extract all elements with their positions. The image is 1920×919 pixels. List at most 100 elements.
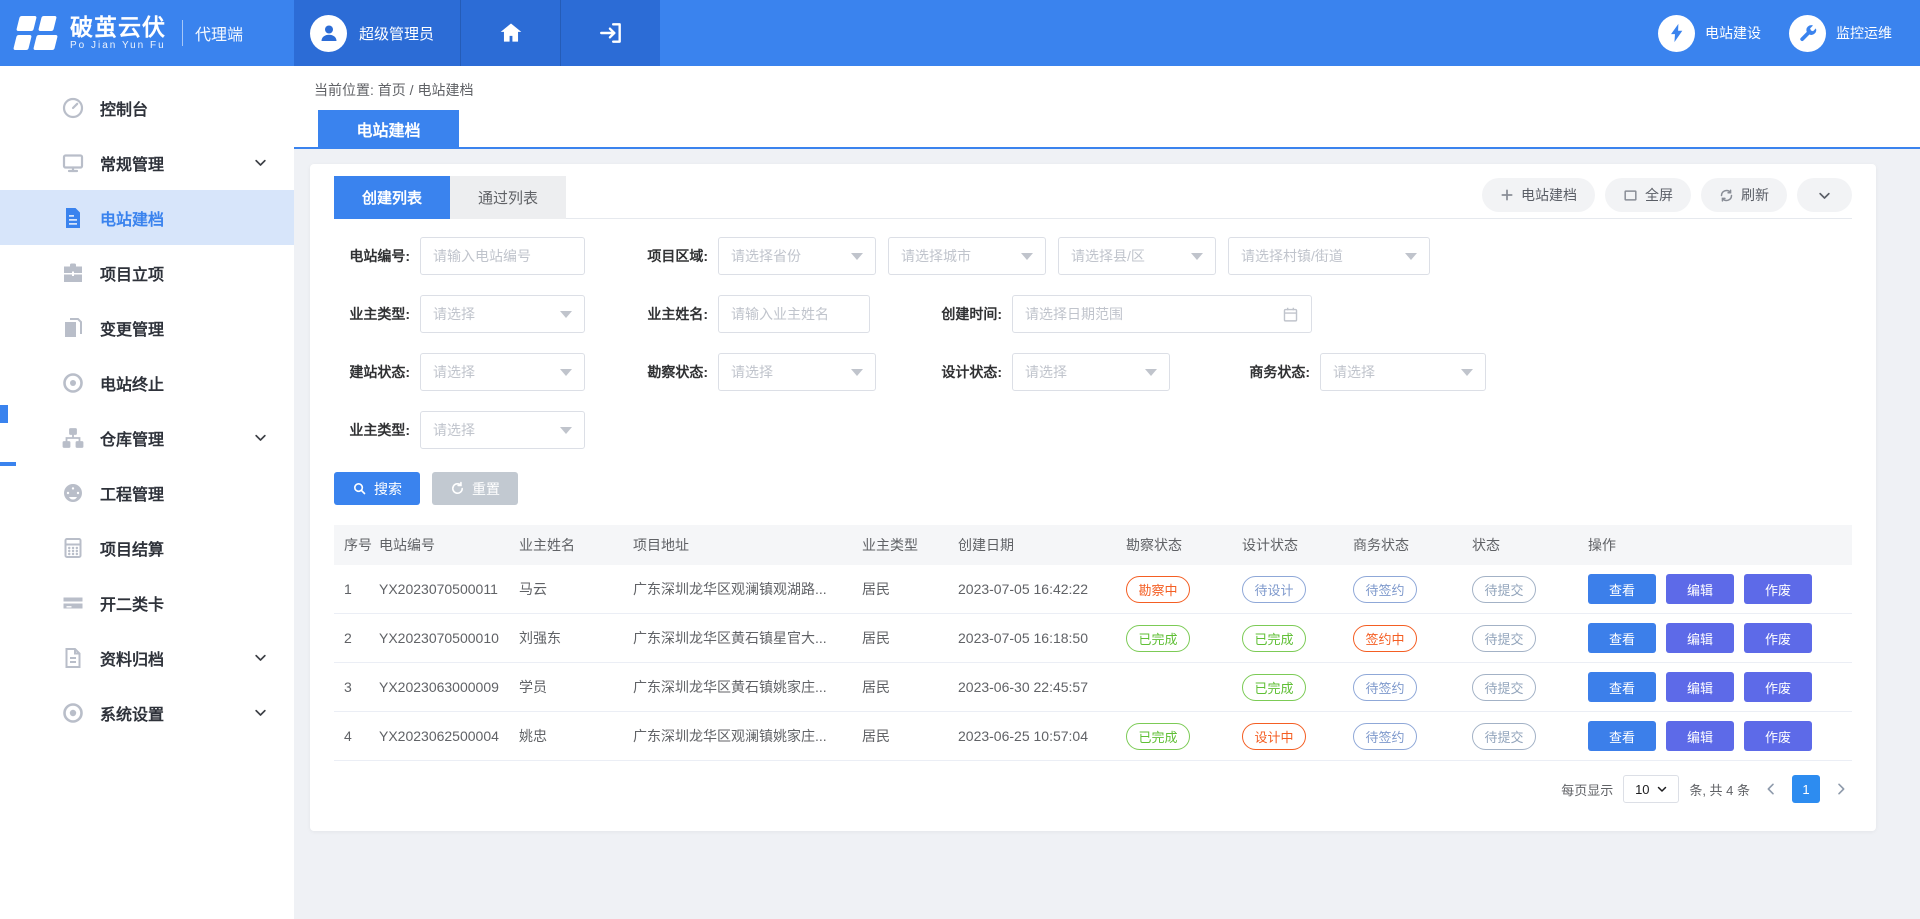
sidebar: 控制台 常规管理 电站建档 bbox=[0, 66, 294, 919]
province-select[interactable]: 请选择省份 bbox=[718, 237, 876, 275]
tab-create-list[interactable]: 创建列表 bbox=[334, 176, 450, 219]
town-select[interactable]: 请选择村镇/街道 bbox=[1228, 237, 1430, 275]
sidebar-item-type2-card[interactable]: 开二类卡 bbox=[0, 575, 294, 630]
prev-page-button[interactable] bbox=[1760, 775, 1782, 803]
station-no-input[interactable] bbox=[420, 237, 585, 275]
sidebar-item-station-archive[interactable]: 电站建档 bbox=[0, 190, 294, 245]
survey-status-badge: 勘察中 bbox=[1126, 576, 1190, 603]
page-tab-station-archive[interactable]: 电站建档 bbox=[318, 110, 459, 147]
view-button[interactable]: 查看 bbox=[1588, 672, 1656, 702]
quick-link-station-build[interactable]: 电站建设 bbox=[1658, 15, 1761, 52]
sidebar-item-label: 仓库管理 bbox=[100, 426, 164, 450]
owner-type2-select[interactable]: 请选择 bbox=[420, 411, 585, 449]
user-name: 超级管理员 bbox=[359, 23, 434, 44]
quick-link-monitor-ops[interactable]: 监控运维 bbox=[1789, 15, 1892, 52]
sidebar-item-label: 控制台 bbox=[100, 96, 148, 120]
subheader: 当前位置: 首页 / 电站建档 电站建档 bbox=[294, 66, 1920, 149]
status-badge: 待提交 bbox=[1472, 723, 1536, 750]
tab-approved-list[interactable]: 通过列表 bbox=[450, 176, 566, 219]
view-button[interactable]: 查看 bbox=[1588, 574, 1656, 604]
page-1-button[interactable]: 1 bbox=[1792, 775, 1820, 803]
logout-icon bbox=[598, 20, 624, 46]
card-icon bbox=[60, 590, 86, 616]
next-page-button[interactable] bbox=[1830, 775, 1852, 803]
home-icon bbox=[498, 20, 524, 46]
business-status-badge: 待签约 bbox=[1353, 674, 1417, 701]
brand: 破茧云伏 Po Jian Yun Fu 代理端 bbox=[0, 0, 294, 66]
survey-status-badge: 已完成 bbox=[1126, 723, 1190, 750]
sidebar-item-project-settlement[interactable]: 项目结算 bbox=[0, 520, 294, 575]
sidebar-item-general-mgmt[interactable]: 常规管理 bbox=[0, 135, 294, 190]
calendar-icon bbox=[1282, 306, 1299, 323]
date-range-input[interactable]: 请选择日期范围 bbox=[1012, 295, 1312, 333]
monitor-icon bbox=[60, 150, 86, 176]
business-status-select[interactable]: 请选择 bbox=[1320, 353, 1486, 391]
design-status-label: 设计状态: bbox=[926, 362, 1012, 382]
business-status-badge: 签约中 bbox=[1353, 625, 1417, 652]
build-status-select[interactable]: 请选择 bbox=[420, 353, 585, 391]
fullscreen-button[interactable]: 全屏 bbox=[1605, 178, 1691, 212]
fullscreen-icon bbox=[1623, 188, 1638, 203]
design-status-badge: 已完成 bbox=[1242, 674, 1306, 701]
owner-type-label: 业主类型: bbox=[334, 304, 420, 324]
refresh-icon bbox=[1719, 188, 1734, 203]
design-status-select[interactable]: 请选择 bbox=[1012, 353, 1170, 391]
table-row: 1 YX2023070500011 马云 广东深圳龙华区观澜镇观湖路... 居民… bbox=[334, 565, 1852, 614]
view-button[interactable]: 查看 bbox=[1588, 721, 1656, 751]
pagination: 每页显示 10 条, 共 4 条 1 bbox=[334, 773, 1852, 805]
sidebar-scroll-indicator bbox=[0, 405, 8, 423]
sidebar-item-change-mgmt[interactable]: 变更管理 bbox=[0, 300, 294, 355]
void-button[interactable]: 作废 bbox=[1744, 623, 1812, 653]
sidebar-item-label: 项目结算 bbox=[100, 536, 164, 560]
business-status-badge: 待签约 bbox=[1353, 723, 1417, 750]
survey-status-label: 勘察状态: bbox=[632, 362, 718, 382]
county-select[interactable]: 请选择县/区 bbox=[1058, 237, 1216, 275]
archive-icon bbox=[60, 645, 86, 671]
void-button[interactable]: 作废 bbox=[1744, 574, 1812, 604]
sidebar-item-label: 资料归档 bbox=[100, 646, 164, 670]
edit-button[interactable]: 编辑 bbox=[1666, 721, 1734, 751]
city-select[interactable]: 请选择城市 bbox=[888, 237, 1046, 275]
wrench-icon bbox=[1797, 23, 1818, 44]
sidebar-item-project-initiation[interactable]: 项目立项 bbox=[0, 245, 294, 300]
sidebar-item-label: 开二类卡 bbox=[100, 591, 164, 615]
sidebar-item-engineering-mgmt[interactable]: 工程管理 bbox=[0, 465, 294, 520]
view-button[interactable]: 查看 bbox=[1588, 623, 1656, 653]
region-label: 项目区域: bbox=[632, 246, 718, 266]
design-status-badge: 设计中 bbox=[1242, 723, 1306, 750]
reset-button[interactable]: 重置 bbox=[432, 472, 518, 505]
sidebar-item-station-termination[interactable]: 电站终止 bbox=[0, 355, 294, 410]
avatar[interactable] bbox=[310, 15, 347, 52]
logout-button[interactable] bbox=[560, 0, 660, 66]
dashboard-icon bbox=[60, 95, 86, 121]
edit-button[interactable]: 编辑 bbox=[1666, 574, 1734, 604]
settings-icon bbox=[60, 700, 86, 726]
quick-link-label: 电站建设 bbox=[1705, 23, 1761, 43]
sidebar-item-dashboard[interactable]: 控制台 bbox=[0, 80, 294, 135]
portal-label: 代理端 bbox=[195, 21, 243, 45]
status-badge: 待提交 bbox=[1472, 674, 1536, 701]
sidebar-item-data-archive[interactable]: 资料归档 bbox=[0, 630, 294, 685]
void-button[interactable]: 作废 bbox=[1744, 721, 1812, 751]
edit-button[interactable]: 编辑 bbox=[1666, 672, 1734, 702]
owner-name-input[interactable] bbox=[718, 295, 870, 333]
sidebar-item-label: 项目立项 bbox=[100, 261, 164, 285]
void-button[interactable]: 作废 bbox=[1744, 672, 1812, 702]
owner-type-select[interactable]: 请选择 bbox=[420, 295, 585, 333]
sidebar-item-warehouse-mgmt[interactable]: 仓库管理 bbox=[0, 410, 294, 465]
refresh-button[interactable]: 刷新 bbox=[1701, 178, 1787, 212]
home-button[interactable] bbox=[460, 0, 560, 66]
caret-down-icon bbox=[1405, 253, 1417, 260]
caret-down-icon bbox=[1191, 253, 1203, 260]
total-label: 条, 共 4 条 bbox=[1689, 780, 1750, 799]
create-station-button[interactable]: 电站建档 bbox=[1482, 178, 1595, 212]
survey-status-select[interactable]: 请选择 bbox=[718, 353, 876, 391]
collapse-toolbar-button[interactable] bbox=[1797, 178, 1852, 212]
business-status-badge: 待签约 bbox=[1353, 576, 1417, 603]
sidebar-item-system-settings[interactable]: 系统设置 bbox=[0, 685, 294, 740]
search-button[interactable]: 搜索 bbox=[334, 472, 420, 505]
per-page-select[interactable]: 10 bbox=[1623, 775, 1679, 803]
edit-button[interactable]: 编辑 bbox=[1666, 623, 1734, 653]
table-header: 序号 电站编号 业主姓名 项目地址 业主类型 创建日期 勘察状态 设计状态 商务… bbox=[334, 525, 1852, 565]
user-menu[interactable]: 超级管理员 bbox=[294, 0, 460, 66]
